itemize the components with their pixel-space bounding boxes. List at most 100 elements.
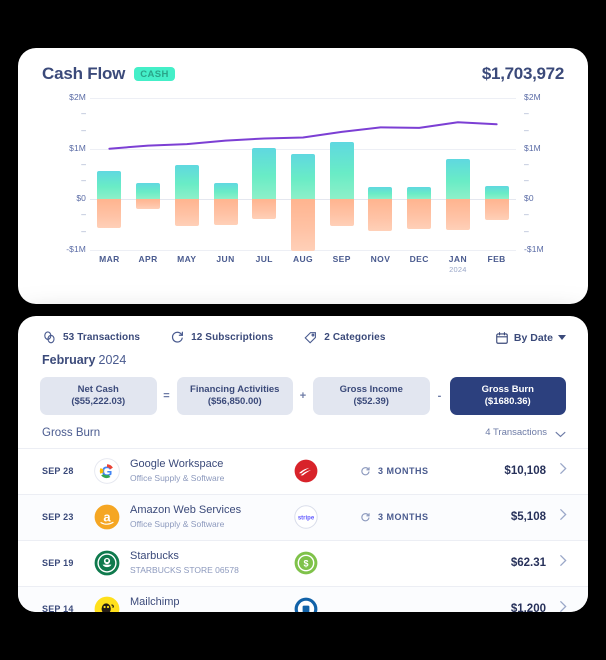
formula-operator: - — [437, 389, 442, 402]
x-axis-year-label: 2024 — [449, 265, 467, 274]
transaction-merchant: Starbucks — [130, 550, 179, 563]
recurrence-label: 3 MONTHS — [378, 466, 429, 477]
section-count: 4 Transactions — [485, 427, 547, 439]
x-axis-tick-label: FEB — [487, 254, 506, 264]
cash-flow-chart: $2M – – $1M – – $0 – – -$1M $2M – – $1M – – $0 – – -$1M MA… — [18, 92, 588, 283]
by-date-dropdown[interactable]: By Date — [495, 331, 566, 345]
cash-flow-header: Cash Flow CASH $1,703,972 — [18, 48, 588, 84]
transaction-category: STARBUCKS STORE 06578 — [130, 565, 239, 576]
y-axis-tick-label: -$1M — [524, 244, 544, 254]
refresh-icon — [360, 466, 371, 477]
bank-of-america-logo — [294, 459, 318, 483]
chart-plot-area — [90, 98, 516, 251]
chart-trend-line — [108, 121, 498, 150]
section-count-toggle[interactable]: 4 Transactions — [485, 427, 566, 439]
by-date-label: By Date — [513, 331, 553, 344]
y-axis-tick-label: $0 — [524, 193, 534, 204]
chevron-down-icon — [555, 430, 566, 437]
table-row[interactable]: SEP 14 Mailchimp Marketing $1,200 — [18, 586, 588, 612]
formula-pill-value: ($52.39) — [353, 395, 389, 407]
refresh-icon — [170, 330, 185, 345]
period-label: February 2024 — [18, 345, 588, 367]
formula-pill-value: ($56,850.00) — [207, 395, 262, 407]
stat-categories[interactable]: 2 Categories — [303, 330, 385, 345]
google-logo: G — [94, 458, 120, 485]
period-year: 2024 — [98, 353, 127, 367]
screen: Cash Flow CASH $1,703,972 $2M – – $1M – – $0 – –… — [0, 0, 606, 660]
y-axis-minor-tick: – — [524, 175, 529, 186]
section-header-gross-burn: Gross Burn 4 Transactions — [18, 415, 588, 449]
chase-logo — [294, 597, 318, 612]
transaction-date: SEP 14 — [42, 604, 74, 612]
y-axis-minor-tick: – — [81, 226, 86, 237]
chevron-down-icon — [558, 335, 566, 340]
x-axis-tick-label: JUL — [255, 254, 273, 264]
stat-label: 53 Transactions — [63, 332, 141, 343]
y-axis-minor-tick: – — [81, 107, 86, 118]
y-axis-tick-label: $1M — [524, 142, 541, 153]
svg-text:$: $ — [303, 559, 308, 569]
transaction-category: Office Supply & Software — [130, 473, 225, 484]
y-axis-tick-label: $1M — [69, 142, 86, 153]
transaction-date: SEP 28 — [42, 466, 74, 477]
x-axis-tick-label: APR — [138, 254, 158, 264]
formula-pill[interactable]: Net Cash ($55,222.03) — [40, 377, 157, 415]
status-badge: CASH — [134, 66, 175, 82]
x-axis-tick-label: MAY — [177, 254, 197, 264]
table-row[interactable]: SEP 23 a Amazon Web Services Office Supply … — [18, 494, 588, 541]
x-axis-labels: MAR APR MAY JUN JUL AUG SEP NOV DEC JAN 2024 FEB — [90, 254, 516, 282]
x-axis-tick-label: MAR — [99, 254, 120, 264]
formula-pill[interactable]: Gross Burn ($1680.36) — [449, 377, 566, 415]
chevron-right-icon[interactable] — [546, 554, 568, 572]
transaction-merchant: Google Workspace — [130, 458, 224, 471]
chevron-right-icon[interactable] — [546, 508, 568, 526]
transaction-merchant: Mailchimp — [130, 596, 180, 609]
transaction-merchant: Amazon Web Services — [130, 504, 242, 517]
formula-pill[interactable]: Financing Activities ($56,850.00) — [176, 377, 293, 415]
y-axis-tick-label: -$1M — [66, 244, 86, 254]
transaction-amount: $1,200 — [510, 603, 546, 612]
transaction-category: Marketing — [130, 611, 280, 612]
y-axis-minor-tick: – — [524, 107, 529, 118]
table-row[interactable]: SEP 28 G Google Workspace Office Supply & S… — [18, 449, 588, 495]
starbucks-logo — [94, 550, 120, 576]
stats-row: 53 Transactions 12 Subscriptions 2 Categ… — [18, 316, 588, 345]
y-axis-minor-tick: – — [524, 209, 529, 220]
y-axis-minor-tick: – — [81, 175, 86, 186]
svg-text:a: a — [103, 510, 111, 525]
table-row[interactable]: SEP 19 Starbucks STARBUCKS STORE 06578 $ $62… — [18, 541, 588, 587]
cash-flow-total: $1,703,972 — [481, 64, 564, 83]
chevron-right-icon[interactable] — [546, 462, 568, 480]
y-axis-tick-label: $0 — [76, 193, 86, 204]
cash-flow-card: Cash Flow CASH $1,703,972 $2M – – $1M – – $0 – –… — [18, 48, 588, 304]
calendar-icon — [495, 331, 509, 345]
stat-transactions[interactable]: 53 Transactions — [42, 330, 140, 345]
transaction-amount: $10,108 — [504, 465, 546, 478]
formula-row: Net Cash ($55,222.03) = Financing Activitie… — [18, 367, 588, 415]
mailchimp-logo — [94, 596, 120, 612]
formula-pill-label: Financing Activities — [190, 384, 280, 395]
formula-pill-label: Gross Income — [339, 384, 403, 395]
formula-operator: + — [299, 389, 307, 402]
section-title: Gross Burn — [42, 426, 101, 439]
stat-label: 12 Subscriptions — [191, 332, 274, 343]
chevron-right-icon[interactable] — [546, 600, 568, 612]
formula-pill[interactable]: Gross Income ($52.39) — [313, 377, 430, 415]
page-title: Cash Flow — [42, 64, 126, 83]
y-axis-minor-tick: – — [81, 124, 86, 135]
stat-subscriptions[interactable]: 12 Subscriptions — [170, 330, 273, 345]
transaction-recurrence: 3 MONTHS — [360, 466, 480, 477]
transaction-amount: $5,108 — [510, 511, 546, 524]
x-axis-tick-label: NOV — [370, 254, 391, 264]
formula-operator: = — [163, 389, 170, 402]
transaction-list: SEP 28 G Google Workspace Office Supply & S… — [18, 449, 588, 612]
recurrence-label: 3 MONTHS — [378, 512, 429, 523]
transaction-names: Starbucks STARBUCKS STORE 06578 — [130, 550, 280, 576]
stat-label: 2 Categories — [324, 332, 386, 343]
refresh-icon — [360, 512, 371, 523]
formula-pill-label: Gross Burn — [481, 384, 534, 395]
x-axis-tick-label: AUG — [292, 254, 314, 264]
x-axis-tick-label: SEP — [332, 254, 351, 264]
x-axis-tick-label: JUN — [216, 254, 235, 264]
formula-pill-value: ($1680.36) — [484, 395, 531, 407]
